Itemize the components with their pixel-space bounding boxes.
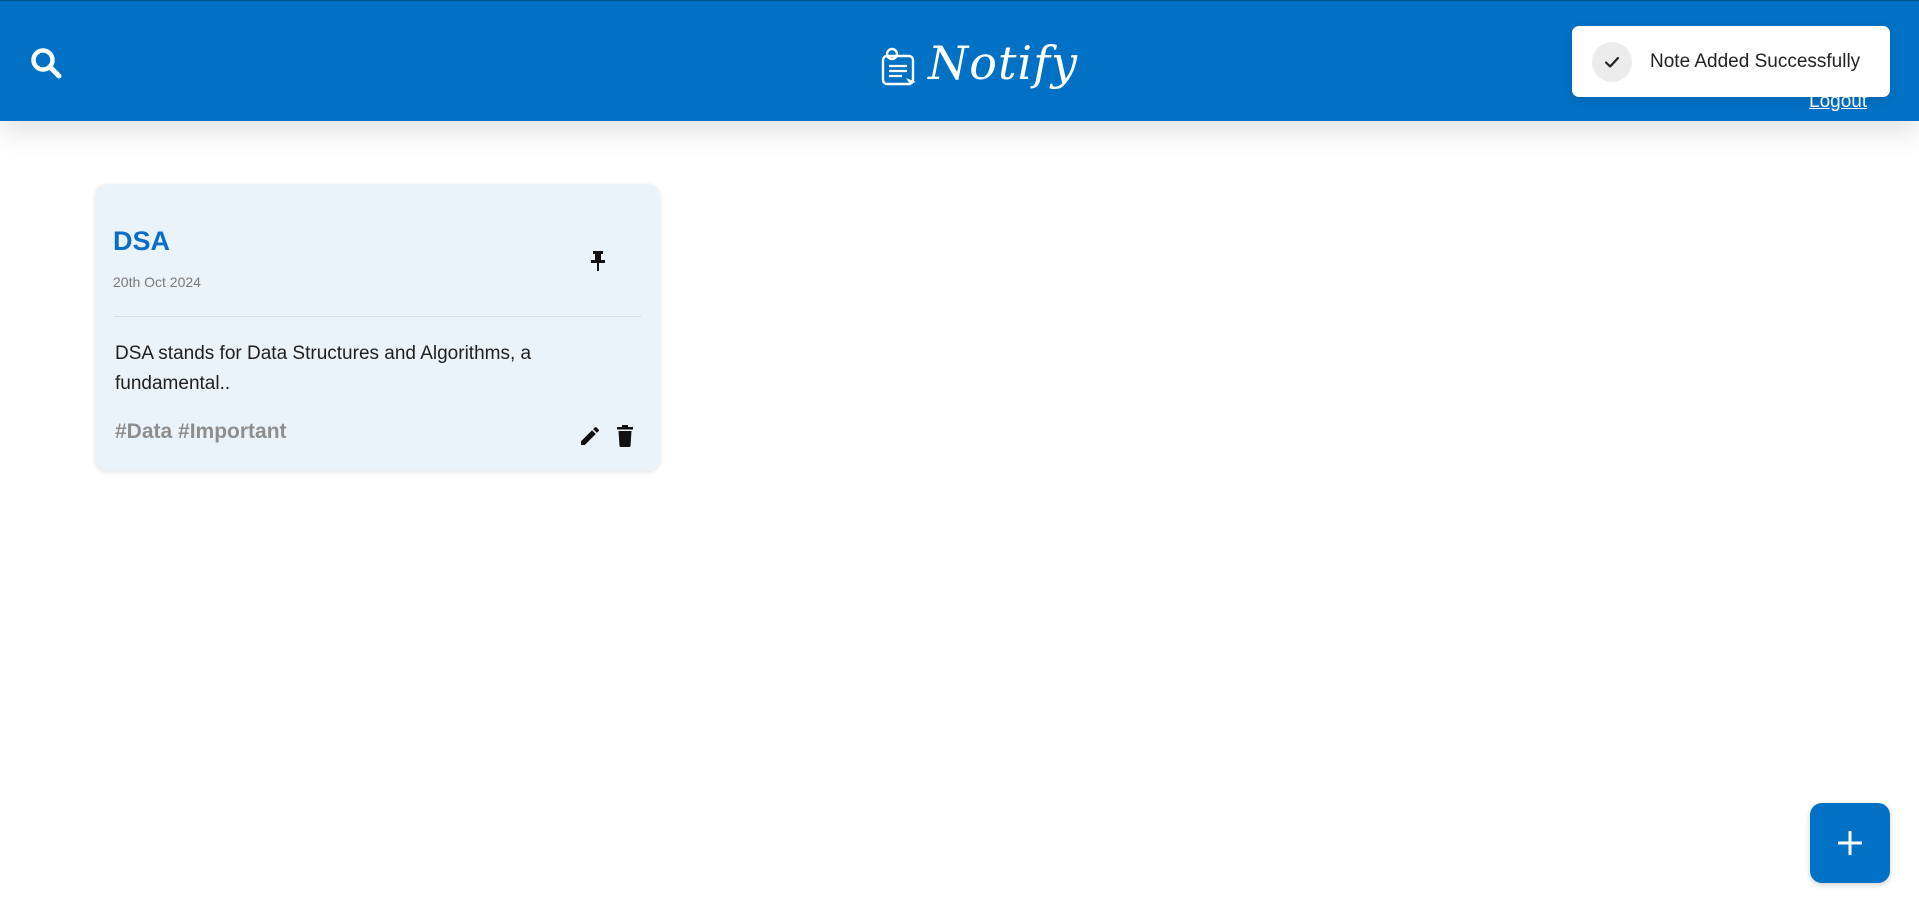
note-card[interactable]: DSA 20th Oct 2024 DSA stands for Data St… bbox=[95, 184, 660, 471]
note-divider bbox=[114, 316, 641, 317]
app-name: Notify bbox=[928, 36, 1079, 90]
notepad-icon bbox=[881, 47, 916, 86]
note-content: DSA stands for Data Structures and Algor… bbox=[115, 343, 532, 394]
add-note-button[interactable] bbox=[1810, 803, 1890, 883]
note-title: DSA bbox=[113, 226, 171, 256]
pin-button[interactable] bbox=[588, 249, 608, 273]
plus-icon bbox=[1838, 831, 1862, 855]
check-icon bbox=[1604, 56, 1620, 68]
search-button[interactable] bbox=[28, 45, 64, 81]
delete-note-button[interactable] bbox=[615, 424, 635, 448]
success-toast: Note Added Successfully bbox=[1572, 26, 1890, 97]
trash-icon bbox=[617, 425, 633, 447]
pin-icon bbox=[591, 251, 605, 271]
note-tags: #Data #Important bbox=[115, 420, 287, 443]
toast-message: Note Added Successfully bbox=[1650, 50, 1861, 72]
app-logo: Notify bbox=[880, 31, 1078, 95]
toast-check-badge bbox=[1592, 41, 1632, 82]
edit-note-button[interactable] bbox=[578, 424, 602, 448]
pencil-icon bbox=[581, 426, 600, 445]
note-date: 20th Oct 2024 bbox=[113, 274, 201, 290]
search-icon bbox=[31, 48, 62, 79]
